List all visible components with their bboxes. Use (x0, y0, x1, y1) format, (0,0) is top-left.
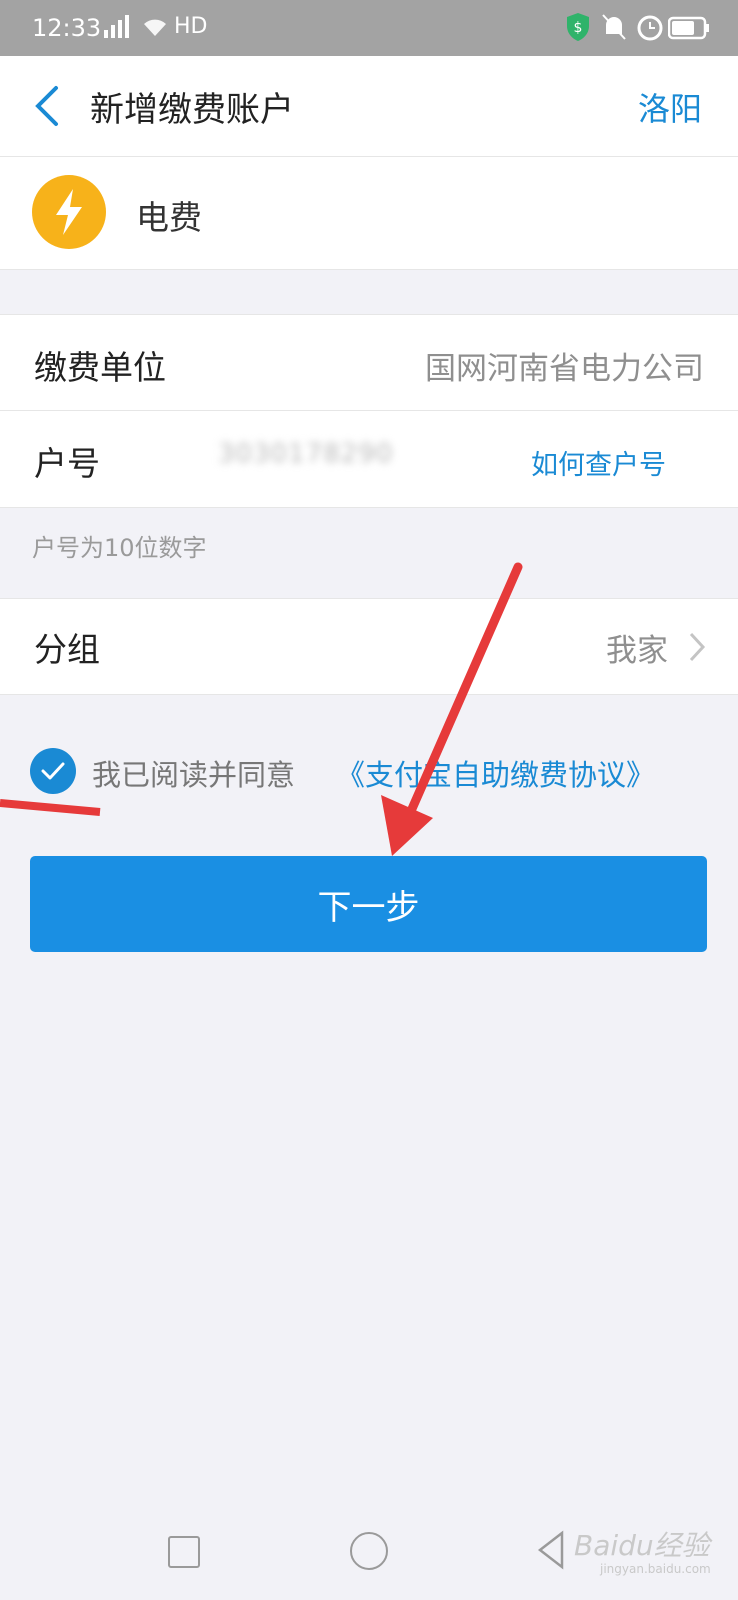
home-icon[interactable] (350, 1532, 388, 1570)
payment-unit-value: 国网河南省电力公司 (425, 351, 704, 387)
group-row[interactable]: 分组 我家 (0, 598, 738, 695)
svg-text:$: $ (574, 20, 583, 36)
battery-icon (668, 16, 709, 40)
group-label: 分组 (34, 630, 100, 669)
payment-unit-label: 缴费单位 (34, 348, 166, 387)
app-header: 新增缴费账户 洛阳 (0, 56, 738, 157)
lightning-icon (56, 189, 82, 235)
network-label: HD (174, 14, 208, 39)
how-to-find-account-link[interactable]: 如何查户号 (531, 443, 666, 482)
account-form: 缴费单位 国网河南省电力公司 户号 3030178290 如何查户号 (0, 314, 738, 508)
account-number-row: 户号 3030178290 如何查户号 (0, 411, 738, 506)
signal-icon (104, 15, 129, 38)
back-triangle-icon[interactable] (536, 1530, 566, 1570)
account-number-input[interactable]: 3030178290 (218, 439, 488, 475)
mute-icon (602, 14, 626, 40)
city-selector[interactable]: 洛阳 (638, 84, 702, 130)
alarm-icon (637, 15, 663, 41)
watermark: Baidu经验 (574, 1529, 710, 1562)
biller-row: 电费 (0, 157, 738, 270)
biller-name: 电费 (136, 198, 202, 237)
wifi-icon (144, 19, 166, 36)
watermark-url: jingyan.baidu.com (600, 1562, 711, 1576)
system-nav-bar: Baidu经验 jingyan.baidu.com (0, 1500, 738, 1600)
agreement-row: 我已阅读并同意 《支付宝自助缴费协议》 (30, 746, 720, 796)
group-value: 我家 (606, 633, 668, 669)
page-title: 新增缴费账户 (90, 90, 294, 130)
account-number-label: 户号 (34, 444, 100, 483)
status-time: 12:33 (32, 14, 102, 42)
chevron-right-icon (689, 632, 706, 662)
chevron-left-icon[interactable] (30, 84, 66, 128)
agreement-text: 我已阅读并同意 (92, 758, 296, 792)
checkmark-icon (41, 762, 65, 780)
status-bar: 12:33 HD $ (0, 0, 738, 56)
shield-icon: $ (567, 13, 589, 41)
account-hint: 户号为10位数字 (32, 534, 207, 562)
biller-icon-bg (32, 175, 106, 249)
agreement-checkbox[interactable] (30, 748, 76, 794)
recent-apps-icon[interactable] (168, 1536, 200, 1568)
payment-unit-row[interactable]: 缴费单位 国网河南省电力公司 (0, 315, 738, 410)
next-button[interactable]: 下一步 (30, 856, 707, 952)
agreement-link[interactable]: 《支付宝自助缴费协议》 (336, 752, 655, 794)
